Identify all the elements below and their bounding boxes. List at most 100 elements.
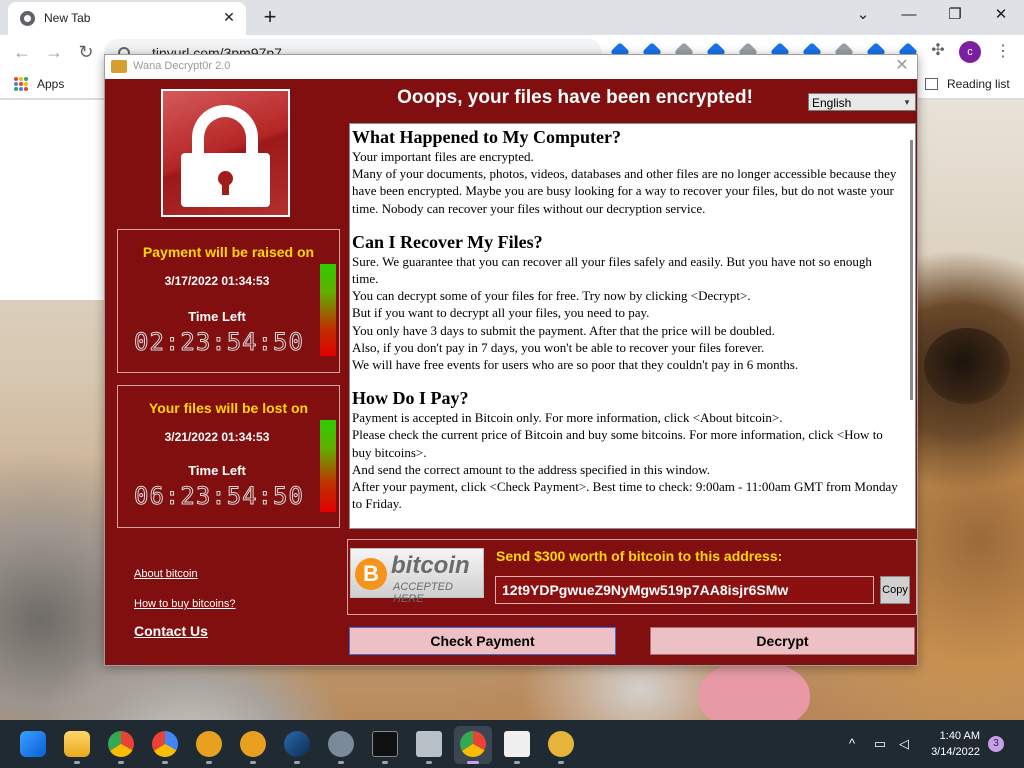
ransom-info-text: What Happened to My Computer? Your impor… (352, 126, 900, 512)
running-indicator (514, 761, 520, 764)
language-value[interactable]: English (812, 96, 851, 110)
language-select[interactable]: English ▾ (808, 93, 916, 111)
running-indicator (558, 761, 564, 764)
about-bitcoin-link-wrap: About bitcoin (134, 564, 198, 582)
section-paragraph: After your payment, click <Check Payment… (352, 479, 898, 512)
reading-list-icon[interactable] (925, 78, 938, 90)
copy-address-button[interactable]: Copy (880, 576, 910, 604)
minimize-button[interactable]: — (887, 2, 931, 28)
decrypt-button[interactable]: Decrypt (650, 627, 915, 655)
running-indicator (250, 761, 256, 764)
browser-menu-icon[interactable]: ⋮ (994, 40, 1012, 64)
settings-icon[interactable] (328, 731, 354, 757)
padlock-icon (163, 91, 288, 215)
running-indicator (426, 761, 432, 764)
wannacry-close-icon[interactable]: ✕ (893, 57, 911, 75)
tab-strip: New Tab ✕ + ⌄ — ❐ ✕ (0, 0, 1024, 35)
tab-title: New Tab (44, 11, 91, 25)
tray-chevron-icon[interactable]: ^ (844, 736, 860, 752)
dog-tongue (698, 660, 810, 720)
payment-raised-box: Payment will be raised on 3/17/2022 01:3… (117, 229, 340, 373)
running-indicator (162, 761, 168, 764)
tab-close-icon[interactable]: ✕ (220, 8, 238, 26)
bitcoin-logo-subtitle: ACCEPTED HERE (393, 581, 453, 605)
close-window-button[interactable]: ✕ (979, 2, 1023, 28)
page-white-area (0, 100, 110, 300)
clock-date[interactable]: 3/14/2022 (920, 746, 980, 758)
back-button[interactable]: ← (10, 40, 34, 64)
section-paragraph: Also, if you don't pay in 7 days, you wo… (352, 339, 765, 355)
clock-time[interactable]: 1:40 AM (920, 730, 980, 742)
dog-eye (924, 328, 1010, 404)
forward-button[interactable]: → (42, 40, 66, 64)
section-paragraph: Sure. We guarantee that you can recover … (352, 253, 872, 287)
check-payment-button[interactable]: Check Payment (349, 627, 616, 655)
brave-icon[interactable] (240, 731, 266, 757)
payment-raised-date: 3/17/2022 01:34:53 (164, 274, 270, 288)
notifications-badge[interactable]: 3 (988, 736, 1004, 752)
tab-search-button[interactable]: ⌄ (841, 2, 885, 28)
ransom-info-pane[interactable]: What Happened to My Computer? Your impor… (349, 123, 916, 529)
tab-new-tab[interactable]: New Tab ✕ (8, 2, 246, 35)
windows-taskbar: ^ ▭ ◁ 1:40 AM 3/14/2022 (0, 720, 1024, 768)
section-heading: How Do I Pay? (352, 388, 469, 409)
bitcoin-accepted-logo: B bitcoin ACCEPTED HERE (350, 548, 484, 605)
start-icon[interactable] (20, 731, 46, 757)
volume-icon[interactable]: ◁ (896, 736, 912, 752)
contact-us-link[interactable]: Contact Us (134, 623, 208, 639)
chrome-icon[interactable] (108, 731, 134, 757)
handshake-icon[interactable] (548, 731, 574, 757)
ransom-heading: Ooops, your files have been encrypted! (397, 87, 753, 108)
about-bitcoin-link[interactable]: About bitcoin (134, 568, 198, 580)
brave-icon[interactable] (196, 731, 222, 757)
payment-raised-title: Payment will be raised on (142, 244, 315, 260)
wannacry-titlebar[interactable]: Wana Decrypt0r 2.0 ✕ (105, 55, 917, 79)
payment-raised-countdown: 02:23:54:50 (134, 328, 304, 357)
wannacry-window: Wana Decrypt0r 2.0 ✕ Payment will be rai… (104, 54, 918, 666)
files-lost-title: Your files will be lost on (148, 400, 309, 416)
info-scrollbar[interactable] (910, 140, 913, 400)
send-bitcoin-prompt: Send $300 worth of bitcoin to this addre… (496, 548, 783, 564)
reading-list-button[interactable]: Reading list (947, 77, 1010, 91)
terminal-icon[interactable] (372, 731, 398, 757)
section-heading: What Happened to My Computer? (352, 127, 621, 147)
section-paragraph: Your important files are encrypted. (352, 149, 534, 164)
running-indicator (338, 761, 344, 764)
running-indicator (74, 761, 80, 764)
apps-bookmark[interactable]: Apps (37, 77, 64, 91)
steam-icon[interactable] (284, 731, 310, 757)
section-paragraph: You only have 3 days to submit the payme… (352, 322, 775, 338)
new-tab-button[interactable]: + (257, 4, 283, 30)
network-drive-icon[interactable] (416, 731, 442, 757)
files-lost-countdown: 06:23:54:50 (134, 482, 304, 511)
chevron-down-icon[interactable]: ▾ (901, 95, 913, 109)
section-paragraph: You can decrypt some of your files for f… (352, 288, 751, 304)
apps-grid-icon[interactable] (14, 77, 28, 91)
wannacry-app-icon (111, 60, 127, 73)
section-paragraph: We will have free events for users who a… (352, 357, 799, 373)
reload-button[interactable]: ↻ (74, 40, 98, 64)
section-heading: Can I Recover My Files? (352, 231, 543, 252)
puzzle-icon[interactable]: ✣ (929, 42, 947, 60)
chrome-icon[interactable] (152, 731, 178, 757)
padlock-image (161, 89, 290, 217)
how-to-buy-bitcoins-link[interactable]: How to buy bitcoins? (134, 598, 236, 610)
bitcoin-icon: B (355, 558, 387, 590)
profile-avatar[interactable]: c (959, 41, 981, 63)
restore-button[interactable]: ❐ (933, 2, 977, 28)
files-lost-date: 3/21/2022 01:34:53 (164, 430, 270, 444)
time-left-label: Time Left (188, 463, 246, 478)
bitcoin-address-field[interactable]: 12t9YDPgwueZ9NyMgw519p7AA8isjr6SMw (495, 576, 874, 604)
file-explorer-icon[interactable] (64, 731, 90, 757)
bitcoin-payment-area: B bitcoin ACCEPTED HERE Send $300 worth … (347, 539, 917, 615)
contact-link-wrap: Contact Us (134, 623, 208, 641)
bitcoin-address[interactable]: 12t9YDPgwueZ9NyMgw519p7AA8isjr6SMw (502, 582, 788, 598)
wannacry-window-title: Wana Decrypt0r 2.0 (133, 60, 231, 72)
new-tab-favicon-icon (20, 11, 35, 26)
chrome-icon[interactable] (460, 731, 486, 757)
network-icon[interactable]: ▭ (872, 736, 888, 752)
files-lost-box: Your files will be lost on 3/21/2022 01:… (117, 385, 340, 528)
files-icon[interactable] (504, 731, 530, 757)
files-lost-progress-bar (320, 420, 336, 512)
section-paragraph: But if you want to decrypt all your file… (352, 305, 650, 321)
